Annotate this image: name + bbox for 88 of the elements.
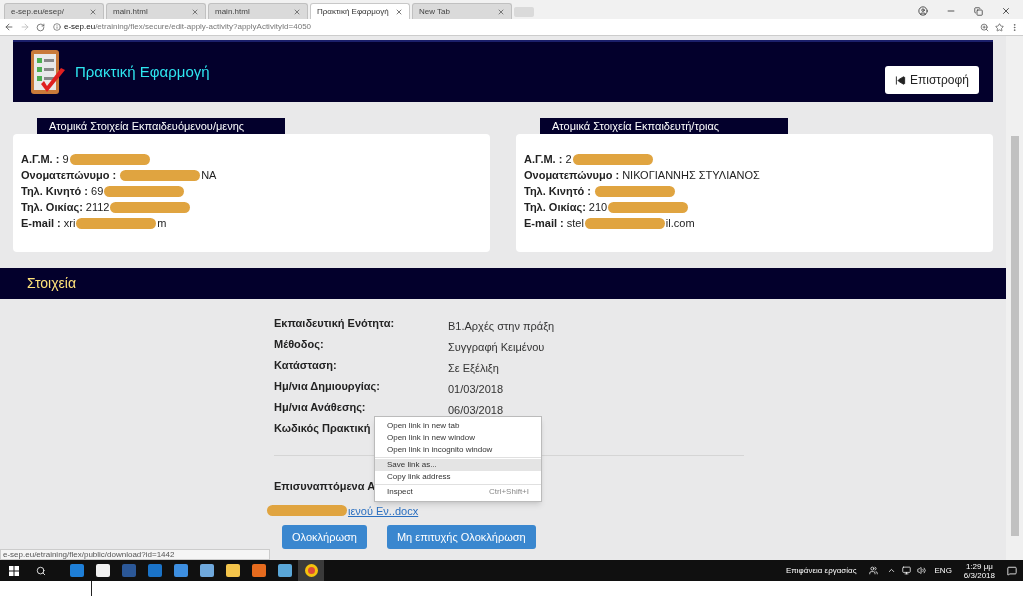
close-icon[interactable] (191, 7, 199, 16)
shortcut-text: Ctrl+Shift+I (489, 486, 529, 498)
desktop-toolbar-label[interactable]: Επιφάνεια εργασίας (785, 564, 857, 577)
field-label: Τηλ. Κινητό : (524, 184, 592, 199)
field-value: 210 (588, 200, 608, 215)
close-icon[interactable] (293, 7, 301, 16)
detail-label: Κωδικός Πρακτική (274, 422, 371, 434)
menu-item[interactable]: Inspect Ctrl+Shift+I (375, 486, 541, 498)
path-text: /etraining/flex/secure/edit-apply-activity?applyActivityId=4050 (95, 21, 312, 33)
field-label: Ονοματεπώνυμο : (524, 168, 620, 183)
close-icon[interactable] (89, 7, 97, 16)
field-value: ΝΑ (201, 168, 217, 183)
field-label: Ονοματεπώνυμο : (21, 168, 117, 183)
detail-value: 01/03/2018 (448, 382, 504, 397)
menu-item[interactable]: Open link in new window (375, 432, 541, 444)
tab-title: Πρακτική Εφαρμογή (317, 5, 390, 18)
browser-tab[interactable]: main.html (208, 3, 308, 19)
menu-item[interactable]: Open link in new tab (375, 420, 541, 432)
chevron-up-icon[interactable] (886, 566, 896, 575)
zoom-icon[interactable] (980, 22, 989, 32)
tab-title: main.html (215, 5, 251, 18)
tab-title: main.html (113, 5, 149, 18)
browser-tab[interactable]: main.html (106, 3, 206, 19)
field-value: 69 (91, 184, 104, 199)
detail-label: Ημ/νια Ανάθεσης: (274, 401, 366, 413)
restore-icon[interactable] (974, 6, 983, 16)
info-icon[interactable] (53, 23, 61, 31)
field-value: xri (63, 216, 76, 231)
tab-title: New Tab (419, 5, 451, 18)
reload-icon[interactable] (36, 22, 45, 32)
scrollbar[interactable] (1006, 36, 1023, 560)
skip-back-icon (894, 74, 906, 86)
detail-label: Εκπαιδευτική Ενότητα: (274, 317, 395, 329)
people-icon[interactable] (868, 566, 878, 575)
back-icon[interactable] (4, 22, 14, 32)
menu-item[interactable]: Open link in incognito window (375, 444, 541, 456)
browser-tab[interactable]: Πρακτική Εφαρμογή (310, 3, 410, 19)
menu-item[interactable]: Save link as... (375, 459, 541, 471)
browser-tab[interactable]: e-sep.eu/esep/ (4, 3, 104, 19)
field-value: ΝΙΚΟΓΙΑΝΝΗΣ ΣΤΥΛΙΑΝΟΣ (622, 168, 760, 183)
clock-time[interactable]: 1:29 μμ (965, 561, 993, 571)
clock-date[interactable]: 6/3/2018 (963, 570, 995, 580)
field-value: 2112 (85, 200, 110, 215)
detail-value: Β1.Αρχές στην πράξη (448, 319, 555, 334)
language-indicator[interactable]: ENG (934, 564, 952, 577)
star-icon[interactable] (995, 22, 1004, 32)
card-heading: Ατομικά Στοιχεία Εκπαιδευόμενου/μενης (37, 118, 285, 134)
field-value: m (157, 216, 167, 231)
detail-value: 06/03/2018 (448, 403, 504, 418)
field-label: Α.Γ.Μ. : (524, 152, 563, 167)
field-label: Α.Γ.Μ. : (21, 152, 60, 167)
detail-label: Ημ/νια Δημιουργίας: (274, 380, 380, 392)
notification-icon[interactable] (1007, 565, 1017, 576)
field-label: Τηλ. Κινητό : (21, 184, 89, 199)
detail-value: Σε Εξέλιξη (448, 361, 499, 376)
field-value: stel (566, 216, 584, 231)
menu-item[interactable]: Copy link address (375, 471, 541, 483)
profile-icon[interactable] (918, 6, 928, 16)
tab-title: e-sep.eu/esep/ (11, 5, 65, 18)
action-button[interactable]: Ολοκλήρωση (282, 525, 367, 549)
attachments-label: Επισυναπτόμενα Α (274, 479, 376, 494)
detail-label: Μέθοδος: (274, 338, 324, 350)
search-icon[interactable] (36, 565, 46, 576)
status-url: e-sep.eu/etraining/flex/public/download?id=1442 (0, 549, 270, 560)
detail-label: Κατάσταση: (274, 359, 337, 371)
close-icon[interactable] (395, 7, 403, 16)
network-icon[interactable] (901, 566, 911, 575)
section-header: Στοιχεία (0, 268, 1006, 299)
field-label: Τηλ. Οικίας: (21, 200, 83, 215)
field-label: Τηλ. Οικίας: (524, 200, 586, 215)
close-icon[interactable] (497, 7, 505, 16)
browser-tab[interactable]: New Tab (412, 3, 512, 19)
detail-value: Συγγραφή Κειμένου (448, 340, 545, 355)
field-value: il.com (665, 216, 695, 231)
close-icon[interactable] (1001, 6, 1011, 16)
field-value: 2 (565, 152, 572, 167)
volume-icon[interactable] (916, 566, 926, 575)
card-heading: Ατομικά Στοιχεία Εκπαιδευτή/τριας (540, 118, 788, 134)
menu-icon[interactable] (1010, 22, 1019, 32)
action-button[interactable]: Μη επιτυχής Ολοκλήρωση (386, 525, 536, 549)
field-label: E-mail : (524, 216, 564, 231)
field-label: E-mail : (21, 216, 61, 231)
back-button[interactable]: Επιστροφή (884, 66, 979, 94)
attachment-link[interactable]: ιενού Εν..docx (348, 502, 419, 519)
address-bar[interactable]: e-sep.eu/etraining/flex/secure/edit-apply-activity?applyActivityId=4050 (51, 20, 974, 34)
page-title: Πρακτική Εφαρμογή (75, 61, 210, 82)
field-value: 9 (62, 152, 69, 167)
windows-start-icon[interactable] (9, 565, 19, 576)
